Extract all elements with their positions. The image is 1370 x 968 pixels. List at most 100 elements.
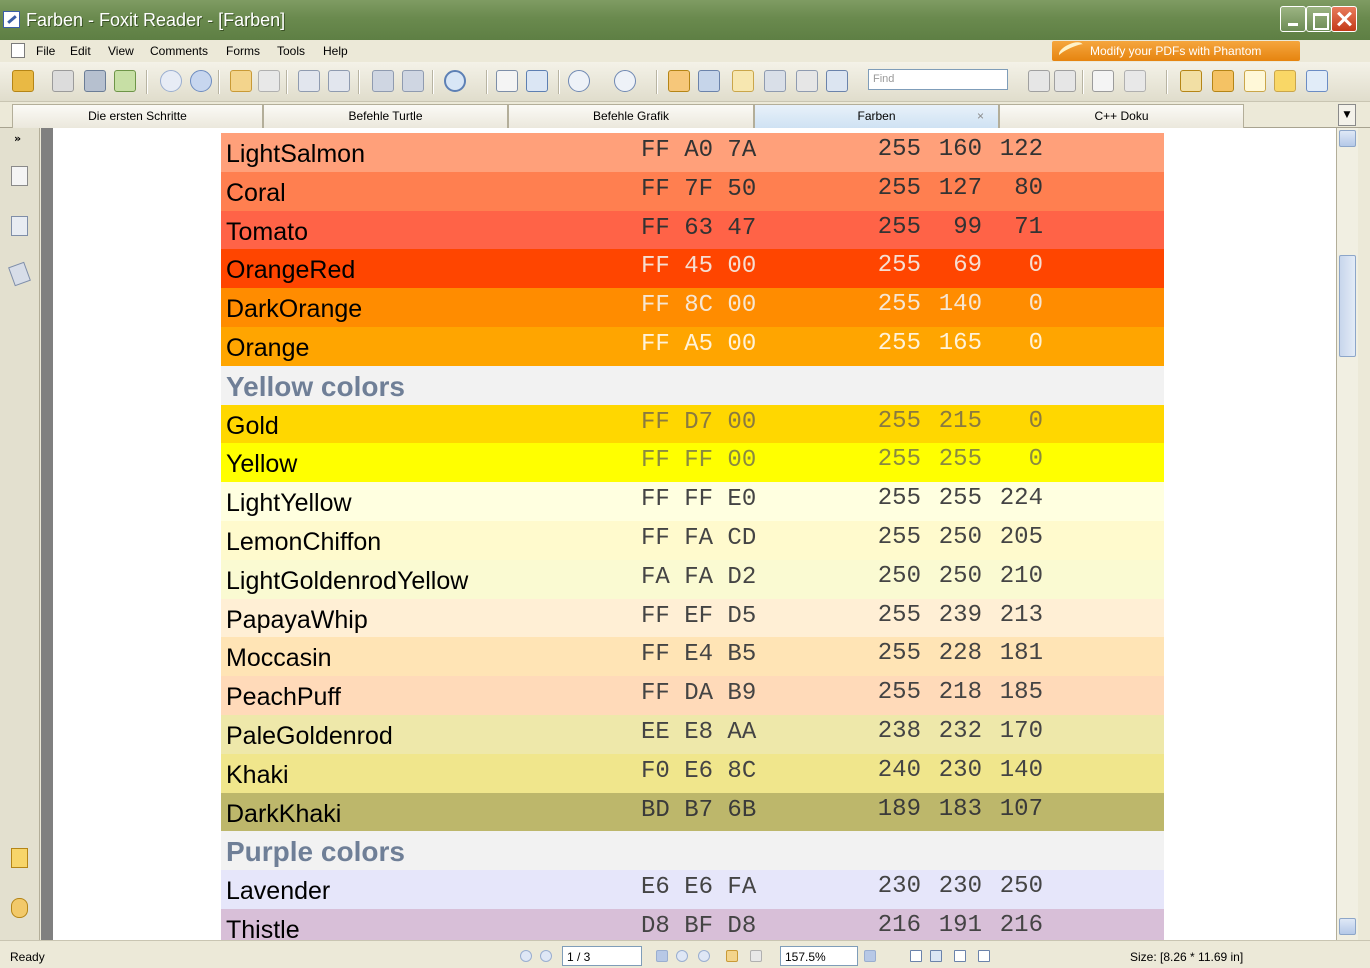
menu-tools[interactable]: Tools — [277, 44, 305, 58]
first-page-icon[interactable] — [520, 950, 532, 962]
rgb-value: 255 250 205 — [863, 524, 1046, 551]
menu-edit[interactable]: Edit — [70, 44, 91, 58]
tab-farben[interactable]: Farben × — [754, 104, 999, 128]
extract-pages-icon[interactable] — [298, 70, 320, 92]
redo-icon[interactable] — [402, 70, 424, 92]
document-view[interactable]: LightSalmon FF A0 7A 255 160 122 Coral FF 7F 5… — [41, 128, 1336, 940]
zoom-plus-icon[interactable] — [614, 70, 636, 92]
scroll-thumb[interactable] — [1339, 255, 1356, 357]
menu-help[interactable]: Help — [323, 44, 348, 58]
continuous-facing-icon[interactable] — [978, 950, 990, 962]
previous-page-icon[interactable] — [160, 70, 182, 92]
scroll-down-icon[interactable] — [1339, 918, 1356, 935]
zoom-dropdown-icon[interactable] — [864, 950, 876, 962]
color-name: DarkOrange — [226, 295, 363, 324]
back-arrow-icon[interactable] — [230, 70, 252, 92]
stamp-icon[interactable] — [1180, 70, 1202, 92]
zoom-level-input[interactable]: 157.5% — [780, 946, 858, 966]
facing-icon[interactable] — [954, 950, 966, 962]
color-name: LightGoldenrodYellow — [226, 566, 469, 595]
rgb-value: 255 255 224 — [863, 485, 1046, 512]
fit-width-icon[interactable] — [526, 70, 548, 92]
tab-label: Befehle Turtle — [348, 109, 423, 123]
bookmarks-icon[interactable] — [11, 166, 28, 186]
rgb-g-value: 191 — [938, 911, 982, 939]
fit-page-icon[interactable] — [496, 70, 518, 92]
forward-arrow-icon[interactable] — [258, 70, 280, 92]
rgb-r-value: 255 — [877, 136, 921, 163]
save-icon[interactable] — [52, 70, 74, 92]
select-arrow-icon[interactable] — [732, 70, 754, 92]
minimize-button[interactable] — [1280, 6, 1306, 32]
camera-icon[interactable] — [826, 70, 848, 92]
hex-value: EE E8 AA — [641, 718, 757, 746]
rgb-value: 238 232 170 — [863, 718, 1046, 745]
attachments-icon[interactable] — [11, 898, 28, 918]
last-page-icon[interactable] — [698, 950, 710, 962]
phantom-promo-button[interactable]: Modify your PDFs with Phantom — [1052, 39, 1300, 61]
find-previous-icon[interactable] — [1028, 70, 1050, 92]
undo-icon[interactable] — [372, 70, 394, 92]
rgb-g-value: 255 — [938, 446, 982, 474]
color-name: Lavender — [226, 877, 331, 906]
snapshot-icon[interactable] — [764, 70, 786, 92]
comments-icon[interactable] — [11, 848, 28, 868]
email-icon[interactable] — [114, 70, 136, 92]
vertical-scrollbar[interactable] — [1336, 128, 1358, 940]
single-page-icon[interactable] — [910, 950, 922, 962]
typewriter-icon[interactable] — [796, 70, 818, 92]
pencil-icon[interactable] — [1212, 70, 1234, 92]
rgb-g-value: 127 — [938, 174, 982, 202]
maximize-button[interactable] — [1306, 6, 1332, 32]
pages-icon[interactable] — [11, 216, 28, 236]
menu-forms[interactable]: Forms — [226, 44, 260, 58]
hex-value: D8 BF D8 — [641, 912, 757, 940]
tab-close-icon[interactable]: × — [977, 109, 984, 123]
menu-comments[interactable]: Comments — [150, 44, 208, 58]
scroll-up-icon[interactable] — [1339, 130, 1356, 147]
phantom-swoosh-icon — [1056, 39, 1086, 61]
find-input[interactable]: Find — [868, 69, 1008, 90]
hand-tool-icon[interactable] — [668, 70, 690, 92]
pattern-icon[interactable] — [1124, 70, 1146, 92]
hex-value: FF FF 00 — [641, 447, 757, 475]
expand-panel-icon[interactable]: » — [14, 132, 21, 145]
page-number-input[interactable]: 1 / 3 — [562, 946, 642, 966]
rgb-r-value: 189 — [877, 795, 921, 823]
next-page-icon[interactable] — [190, 70, 212, 92]
close-button[interactable] — [1331, 6, 1357, 32]
arrow-tool-icon[interactable] — [1306, 70, 1328, 92]
next-page-status-icon[interactable] — [676, 950, 688, 962]
tab-cpp-doku[interactable]: C++ Doku — [999, 104, 1244, 128]
zoom-out-icon[interactable] — [568, 70, 590, 92]
page-icon[interactable] — [1092, 70, 1114, 92]
menu-file[interactable]: File — [36, 44, 55, 58]
toolbar-separator — [1082, 70, 1084, 94]
tab-die-ersten-schritte[interactable]: Die ersten Schritte — [12, 104, 263, 128]
document-icon[interactable] — [11, 43, 25, 58]
print-icon[interactable] — [84, 70, 106, 92]
tab-list-dropdown[interactable]: ▼ — [1338, 104, 1356, 126]
toolbar-separator — [432, 70, 434, 94]
continuous-icon[interactable] — [930, 950, 942, 962]
insert-pages-icon[interactable] — [328, 70, 350, 92]
layers-icon[interactable] — [8, 261, 31, 287]
zoom-in-icon[interactable] — [444, 70, 466, 92]
rgb-b-value: 71 — [1014, 213, 1043, 241]
open-icon[interactable] — [12, 70, 34, 92]
page-size-label: Size: [8.26 * 11.69 in] — [1130, 950, 1244, 964]
tab-befehle-grafik[interactable]: Befehle Grafik — [508, 104, 754, 128]
menu-view[interactable]: View — [108, 44, 134, 58]
textbox-icon[interactable] — [1244, 70, 1266, 92]
history-back-icon[interactable] — [726, 950, 738, 962]
tab-befehle-turtle[interactable]: Befehle Turtle — [263, 104, 508, 128]
color-row: DarkKhaki BD B7 6B 189 183 107 — [221, 792, 1164, 832]
find-next-icon[interactable] — [1054, 70, 1076, 92]
note-icon[interactable] — [1274, 70, 1296, 92]
select-text-icon[interactable] — [698, 70, 720, 92]
color-row: Moccasin FF E4 B5 255 228 181 — [221, 637, 1164, 677]
history-forward-icon[interactable] — [750, 950, 762, 962]
title-bar[interactable]: Farben - Foxit Reader - [Farben] — [0, 0, 1370, 40]
prev-page-icon[interactable] — [540, 950, 552, 962]
page-dropdown-icon[interactable] — [656, 950, 668, 962]
